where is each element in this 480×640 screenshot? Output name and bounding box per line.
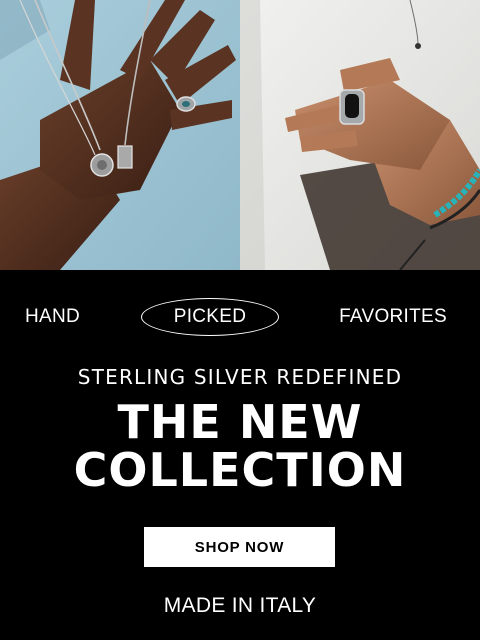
necklace-hand-image	[0, 0, 240, 270]
ring-hand-image	[240, 0, 480, 270]
tagline-hand: HAND	[25, 306, 81, 327]
left-product-photo[interactable]	[0, 0, 240, 270]
right-product-photo[interactable]	[240, 0, 480, 270]
headline-line-2: COLLECTION	[73, 443, 407, 497]
headline-line-1: THE NEW	[117, 395, 363, 449]
shop-now-button[interactable]: SHOP NOW	[144, 527, 335, 567]
tagline-picked-oval: PICKED	[141, 298, 279, 336]
tagline-row: HAND PICKED FAVORITES	[0, 298, 480, 336]
made-in-italy-label: MADE IN ITALY	[163, 594, 317, 617]
hero-image-banner	[0, 0, 480, 270]
tagline-favorites: FAVORITES	[339, 306, 447, 327]
collection-headline: THE NEW COLLECTION	[0, 398, 480, 494]
collection-kicker: STERLING SILVER REDEFINED	[77, 365, 403, 389]
